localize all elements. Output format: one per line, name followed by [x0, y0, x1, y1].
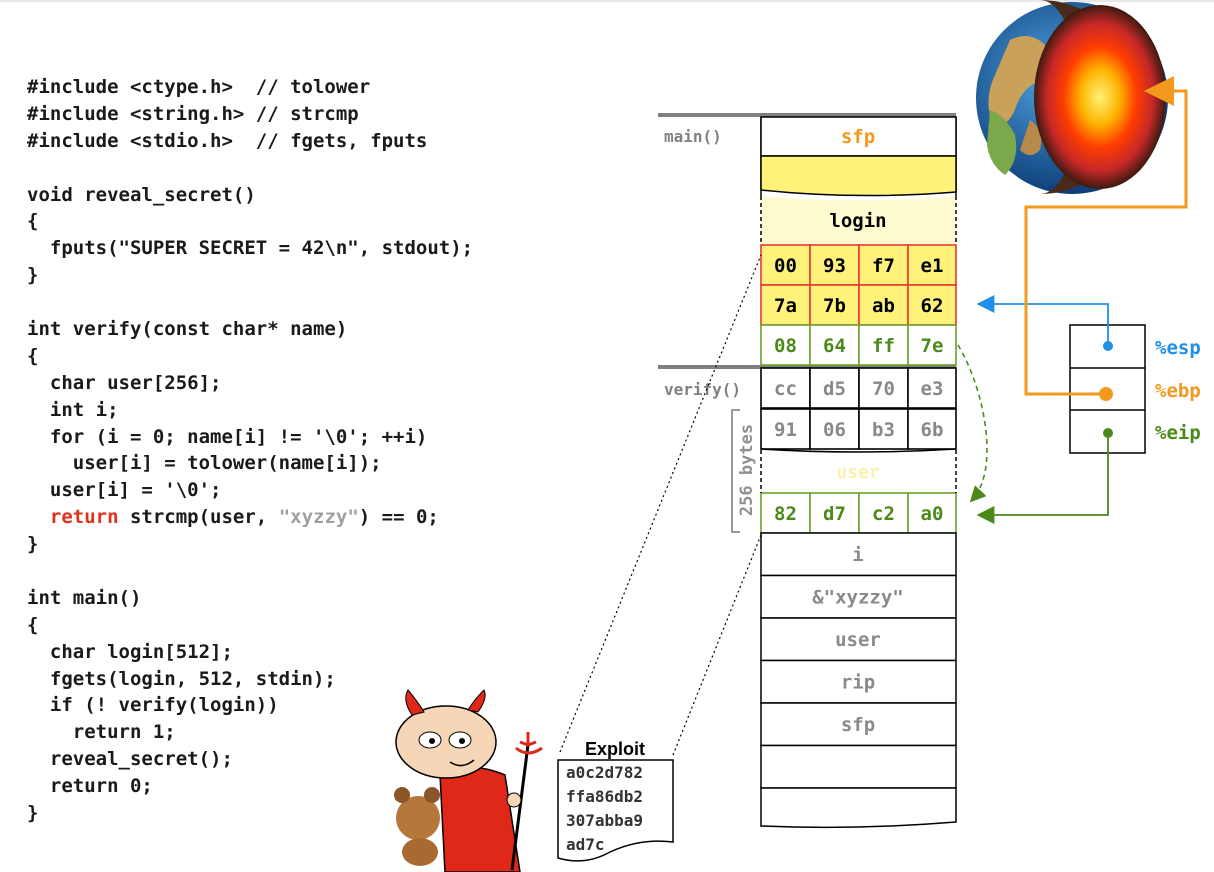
- byte-value: 7b: [823, 295, 846, 317]
- byte-value: e1: [921, 255, 944, 277]
- login-label: login: [829, 210, 886, 232]
- byte-value: 6b: [921, 419, 944, 441]
- user-faint-label: user: [836, 462, 880, 483]
- stack-diagram: main() verify() sfp login 00 93 f7 e1 7a 7b ab…: [0, 0, 1214, 872]
- byte-value: 7a: [774, 295, 797, 317]
- exploit-projection-line: [672, 534, 762, 756]
- byte-value: ff: [872, 335, 895, 357]
- byte-value: c2: [872, 503, 895, 525]
- stack-slot: [760, 744, 957, 789]
- byte-value: 91: [774, 419, 797, 441]
- stack-slot-label: &"xyzzy": [812, 587, 904, 609]
- byte-value: e3: [921, 378, 944, 400]
- stack-slot-label: rip: [841, 672, 875, 694]
- stack-slot-label: i: [852, 544, 863, 566]
- login-buffer-top: [760, 155, 957, 197]
- byte-value: b3: [872, 419, 895, 441]
- byte-value: cc: [774, 378, 797, 400]
- return-address-redirect-arrow: [957, 344, 988, 503]
- stack-bottom-cell: [760, 787, 957, 829]
- esp-label: %esp: [1155, 337, 1201, 359]
- exploit-title: Exploit: [585, 739, 645, 759]
- stack-slot-label: sfp: [841, 714, 875, 736]
- devil-character-illustration: [394, 689, 543, 872]
- stack-slot-label: user: [835, 629, 881, 651]
- exploit-line: ad7c: [566, 835, 605, 854]
- byte-value: 08: [774, 335, 797, 357]
- earth-core-illustration: [976, 0, 1168, 194]
- bytes-label: 256 bytes: [737, 424, 757, 516]
- exploit-line: a0c2d782: [566, 763, 643, 782]
- exploit-projection-line: [559, 254, 762, 753]
- byte-value: ab: [872, 295, 895, 317]
- byte-value: 7e: [921, 335, 944, 357]
- byte-value: 00: [774, 255, 797, 277]
- byte-rows: 00 93 f7 e1 7a 7b ab 62 08 64 ff 7e cc d5 70 e3 91 06 b3 6b…: [760, 244, 957, 534]
- byte-value: 62: [921, 295, 944, 317]
- exploit-line: 307abba9: [566, 811, 643, 830]
- byte-value: d5: [823, 378, 846, 400]
- exploit-line: ffa86db2: [566, 787, 643, 806]
- byte-value: 06: [823, 419, 846, 441]
- verify-frame-label: verify(): [664, 380, 741, 399]
- ebp-label: %ebp: [1155, 380, 1201, 402]
- byte-value: f7: [872, 255, 895, 277]
- byte-value: 70: [872, 378, 895, 400]
- byte-value: 64: [823, 335, 846, 357]
- byte-value: a0: [921, 503, 944, 525]
- byte-value: 82: [774, 503, 797, 525]
- eip-label: %eip: [1155, 422, 1201, 444]
- byte-value: 93: [823, 255, 846, 277]
- lower-cells: i &"xyzzy" user rip sfp: [760, 532, 957, 789]
- byte-value: d7: [823, 503, 846, 525]
- main-frame-label: main(): [664, 127, 722, 146]
- sfp-main-text: sfp: [841, 126, 875, 148]
